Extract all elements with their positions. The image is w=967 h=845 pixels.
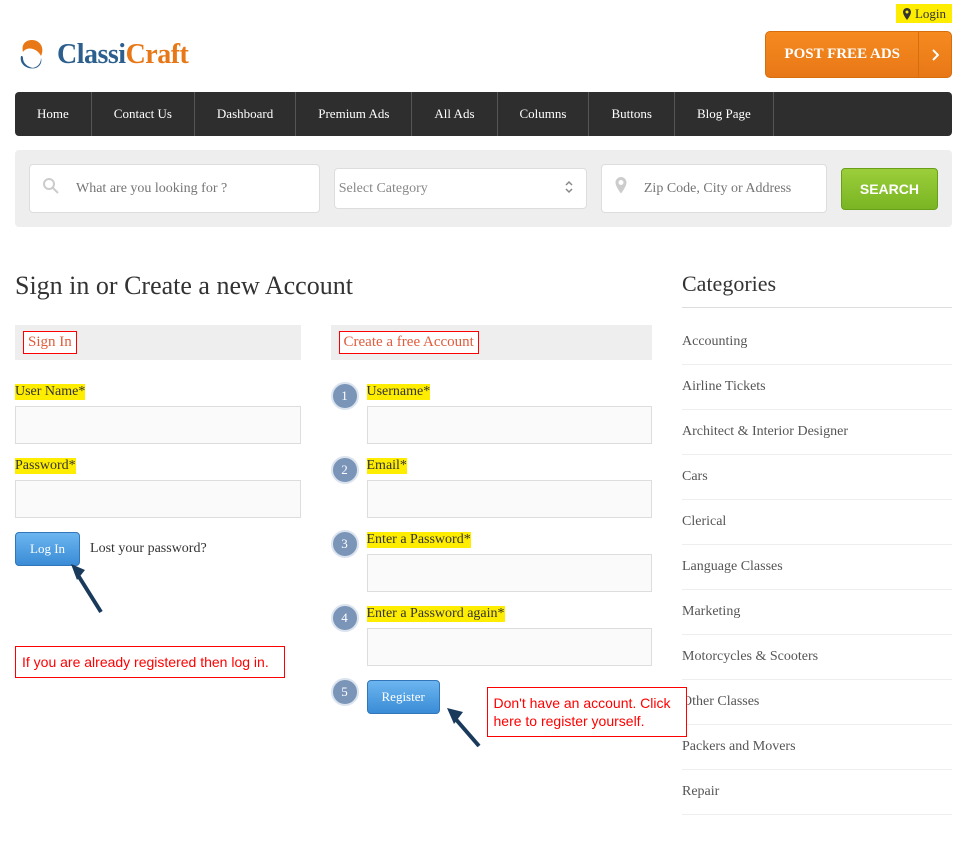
search-keyword-input[interactable]	[72, 169, 319, 209]
category-item[interactable]: Language Classes	[682, 545, 952, 590]
search-category-box[interactable]: Select Category	[334, 168, 587, 209]
signin-heading: Sign In	[15, 325, 301, 360]
nav-item-contact[interactable]: Contact Us	[92, 92, 195, 136]
signup-password-label: Enter a Password*	[367, 532, 471, 548]
search-location-input[interactable]	[640, 169, 826, 209]
signin-password-label: Password*	[15, 458, 76, 474]
signup-column: Create a free Account 1 Username* 2 Emai…	[331, 325, 653, 714]
categories-list: Accounting Airline Tickets Architect & I…	[682, 320, 952, 815]
nav-item-premium-ads[interactable]: Premium Ads	[296, 92, 412, 136]
nav-item-all-ads[interactable]: All Ads	[412, 92, 497, 136]
category-item[interactable]: Marketing	[682, 590, 952, 635]
category-item[interactable]: Motorcycles & Scooters	[682, 635, 952, 680]
post-free-ads-button[interactable]: POST FREE ADS	[765, 31, 952, 78]
step-number-4: 4	[331, 604, 359, 632]
annotation-arrow-icon	[447, 708, 487, 748]
signup-username-label: Username*	[367, 384, 431, 400]
search-category-select[interactable]: Select Category	[335, 169, 552, 208]
signup-email-label: Email*	[367, 458, 407, 474]
signin-password-input[interactable]	[15, 480, 301, 518]
category-item[interactable]: Repair	[682, 770, 952, 815]
search-button[interactable]: SEARCH	[841, 168, 938, 210]
sidebar: Categories Accounting Airline Tickets Ar…	[682, 271, 952, 815]
logo-text: ClassiCraft	[57, 39, 188, 71]
nav-item-dashboard[interactable]: Dashboard	[195, 92, 296, 136]
category-item[interactable]: Cars	[682, 455, 952, 500]
nav-item-columns[interactable]: Columns	[498, 92, 590, 136]
signup-heading: Create a free Account	[331, 325, 653, 360]
search-location-box	[601, 164, 827, 213]
search-bar: Select Category SEARCH	[15, 150, 952, 227]
nav-item-blog-page[interactable]: Blog Page	[675, 92, 774, 136]
signup-username-input[interactable]	[367, 406, 653, 444]
category-item[interactable]: Accounting	[682, 320, 952, 365]
category-item[interactable]: Clerical	[682, 500, 952, 545]
category-item[interactable]: Airline Tickets	[682, 365, 952, 410]
register-button[interactable]: Register	[367, 680, 440, 714]
logo-mark-icon	[15, 38, 49, 72]
annotation-arrow-icon	[71, 564, 111, 614]
nav-item-buttons[interactable]: Buttons	[589, 92, 674, 136]
login-button[interactable]: Log In	[15, 532, 80, 566]
site-logo[interactable]: ClassiCraft	[15, 38, 188, 72]
category-item[interactable]: Other Classes	[682, 680, 952, 725]
signup-password2-label: Enter a Password again*	[367, 606, 505, 622]
signup-email-input[interactable]	[367, 480, 653, 518]
signin-column: Sign In User Name* Password* Log In Lost…	[15, 325, 301, 714]
signup-password2-input[interactable]	[367, 628, 653, 666]
post-free-ads-label: POST FREE ADS	[766, 32, 918, 77]
select-chevron-icon	[552, 180, 586, 198]
login-link[interactable]: Login	[896, 4, 952, 23]
location-icon	[602, 165, 640, 212]
step-number-5: 5	[331, 678, 359, 706]
step-number-1: 1	[331, 382, 359, 410]
search-icon	[30, 165, 72, 212]
categories-title: Categories	[682, 271, 952, 308]
nav-item-home[interactable]: Home	[15, 92, 92, 136]
login-annotation: If you are already registered then log i…	[15, 646, 285, 678]
signup-password-input[interactable]	[367, 554, 653, 592]
category-item[interactable]: Packers and Movers	[682, 725, 952, 770]
step-number-3: 3	[331, 530, 359, 558]
step-number-2: 2	[331, 456, 359, 484]
signin-username-input[interactable]	[15, 406, 301, 444]
category-item[interactable]: Architect & Interior Designer	[682, 410, 952, 455]
login-link-label: Login	[915, 6, 946, 21]
signin-username-label: User Name*	[15, 384, 85, 400]
lost-password-link[interactable]: Lost your password?	[90, 541, 207, 557]
pin-icon	[902, 8, 912, 20]
register-annotation: Don't have an account. Click here to reg…	[487, 687, 687, 737]
chevron-right-icon	[918, 32, 951, 77]
search-keyword-box	[29, 164, 320, 213]
page-title: Sign in or Create a new Account	[15, 271, 652, 301]
main-nav: Home Contact Us Dashboard Premium Ads Al…	[15, 92, 952, 136]
